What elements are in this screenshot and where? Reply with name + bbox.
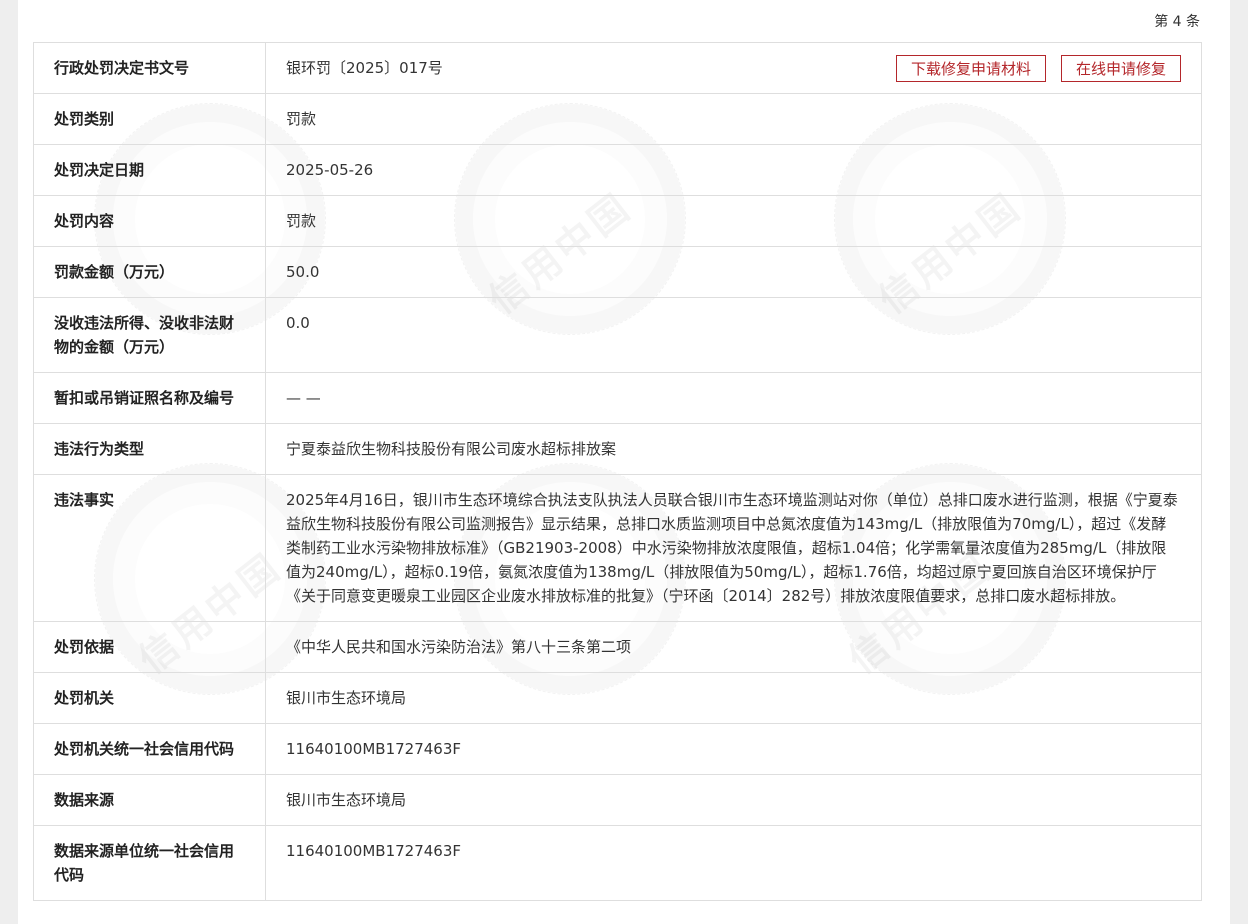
row-label: 处罚决定日期	[34, 145, 266, 195]
row-label: 处罚机关统一社会信用代码	[34, 724, 266, 774]
row-value: 银环罚〔2025〕017号 下载修复申请材料 在线申请修复	[266, 43, 1201, 93]
row-value: 0.0	[286, 314, 310, 332]
row-source-credit-code: 数据来源单位统一社会信用代码 11640100MB1727463F	[34, 826, 1201, 901]
row-decision-number: 行政处罚决定书文号 银环罚〔2025〕017号 下载修复申请材料 在线申请修复	[34, 43, 1201, 94]
row-label: 违法行为类型	[34, 424, 266, 474]
row-value: 罚款	[286, 110, 317, 128]
penalty-detail-table: 信用中国 信用中国 信用中国 信用中国 行政处罚决定书文号 银环罚〔2025〕0…	[33, 42, 1202, 901]
row-label: 暂扣或吊销证照名称及编号	[34, 373, 266, 423]
row-label: 处罚机关	[34, 673, 266, 723]
row-data-source: 数据来源 银川市生态环境局	[34, 775, 1201, 826]
row-authority-credit-code: 处罚机关统一社会信用代码 11640100MB1727463F	[34, 724, 1201, 775]
row-value: 罚款	[286, 212, 317, 230]
row-label: 没收违法所得、没收非法财物的金额（万元）	[34, 298, 266, 372]
row-penalty-basis: 处罚依据 《中华人民共和国水污染防治法》第八十三条第二项	[34, 622, 1201, 673]
row-license-suspension: 暂扣或吊销证照名称及编号 — —	[34, 373, 1201, 424]
row-label: 处罚内容	[34, 196, 266, 246]
row-value: 《中华人民共和国水污染防治法》第八十三条第二项	[286, 638, 632, 656]
download-repair-materials-button[interactable]: 下载修复申请材料	[895, 55, 1046, 82]
row-label: 数据来源单位统一社会信用代码	[34, 826, 266, 900]
row-value: 宁夏泰益欣生物科技股份有限公司废水超标排放案	[286, 440, 617, 458]
row-penalty-category: 处罚类别 罚款	[34, 94, 1201, 145]
row-penalty-content: 处罚内容 罚款	[34, 196, 1201, 247]
row-value: 银川市生态环境局	[286, 689, 407, 707]
row-fine-amount: 罚款金额（万元） 50.0	[34, 247, 1201, 298]
row-label: 罚款金额（万元）	[34, 247, 266, 297]
row-value: — —	[286, 389, 321, 407]
repair-actions: 下载修复申请材料 在线申请修复	[895, 55, 1181, 82]
row-value: 2025-05-26	[286, 161, 374, 179]
decision-number-value: 银环罚〔2025〕017号	[286, 59, 443, 77]
row-label: 数据来源	[34, 775, 266, 825]
row-value: 50.0	[286, 263, 320, 281]
record-number: 第 4 条	[1154, 14, 1200, 30]
row-label: 处罚依据	[34, 622, 266, 672]
row-label: 违法事实	[34, 475, 266, 621]
row-label: 处罚类别	[34, 94, 266, 144]
online-repair-apply-button[interactable]: 在线申请修复	[1060, 55, 1181, 82]
row-violation-facts: 违法事实 2025年4月16日，银川市生态环境综合执法支队执法人员联合银川市生态…	[34, 475, 1201, 622]
row-penalty-authority: 处罚机关 银川市生态环境局	[34, 673, 1201, 724]
row-value: 11640100MB1727463F	[286, 842, 462, 860]
row-value: 银川市生态环境局	[286, 791, 407, 809]
row-label: 行政处罚决定书文号	[34, 43, 266, 93]
row-value: 2025年4月16日，银川市生态环境综合执法支队执法人员联合银川市生态环境监测站…	[286, 491, 1178, 605]
row-violation-type: 违法行为类型 宁夏泰益欣生物科技股份有限公司废水超标排放案	[34, 424, 1201, 475]
row-value: 11640100MB1727463F	[286, 740, 462, 758]
row-confiscation-amount: 没收违法所得、没收非法财物的金额（万元） 0.0	[34, 298, 1201, 373]
row-decision-date: 处罚决定日期 2025-05-26	[34, 145, 1201, 196]
record-panel: 第 4 条 信用中国 信用中国 信用中国 信用中国 行政处罚决定书文号 银环罚〔…	[18, 0, 1230, 924]
